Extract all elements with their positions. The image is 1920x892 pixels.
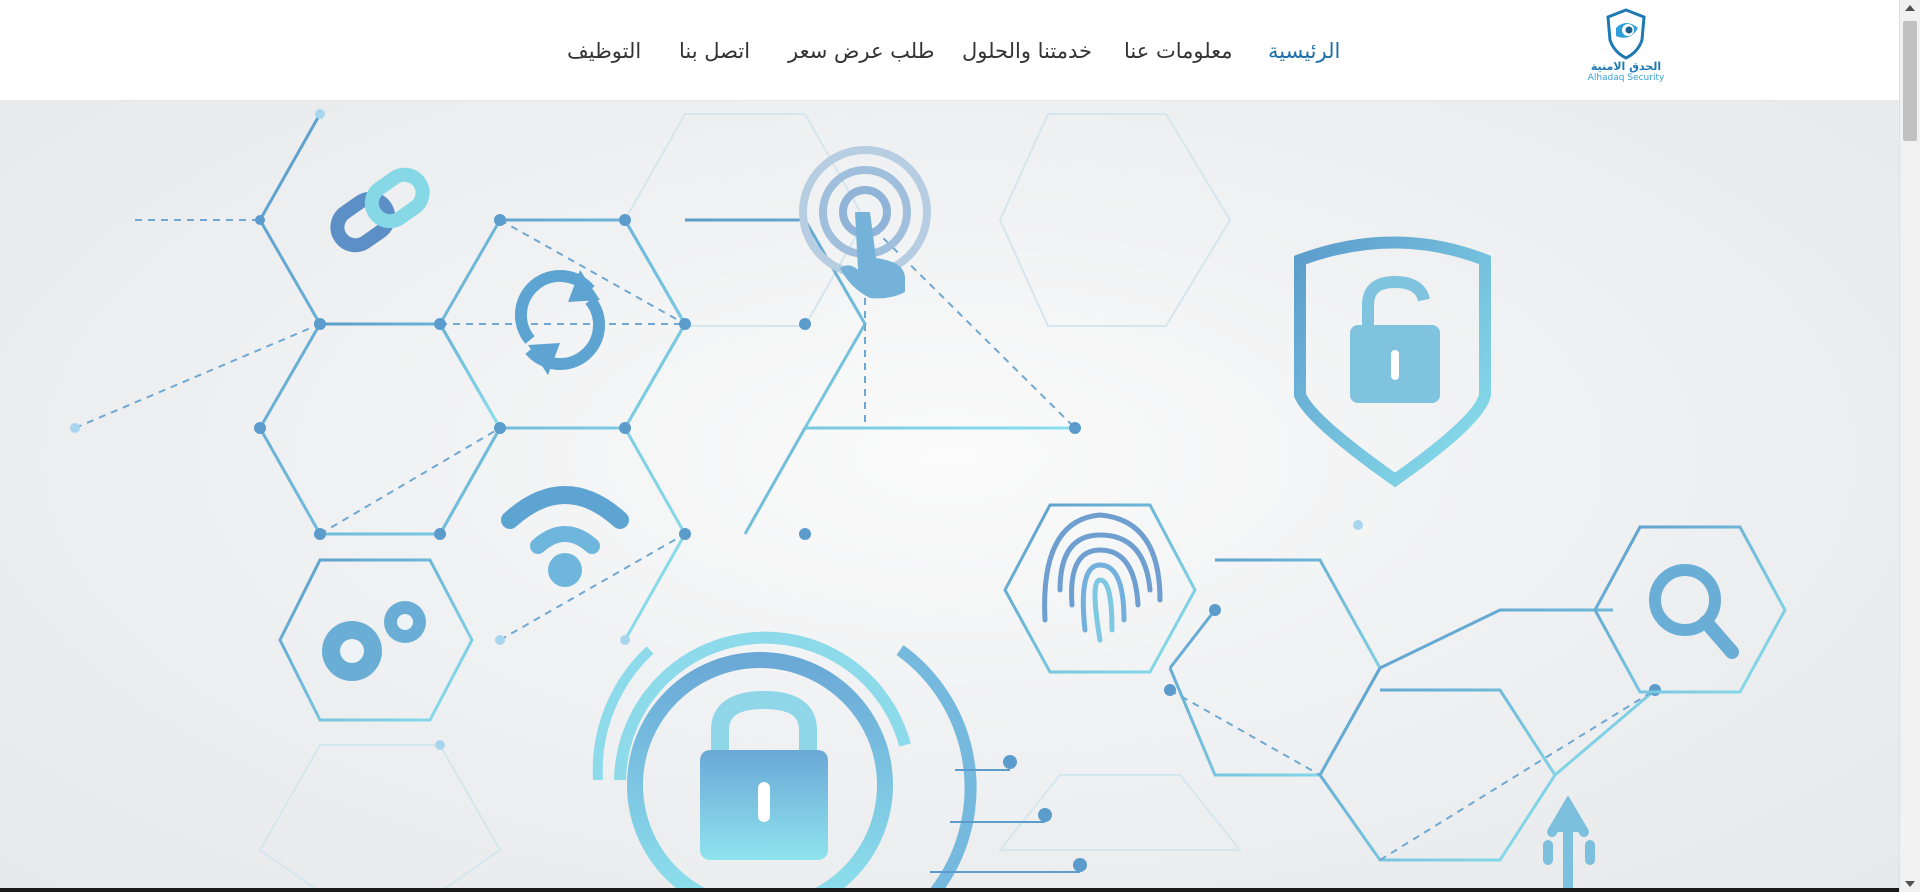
scroll-down-arrow-icon[interactable] [1905,881,1915,887]
logo-text-ar: الحدق الامنية [1590,60,1662,73]
logo-text-en: Alhadaq Security [1587,73,1665,83]
touch-icon [799,146,931,299]
dashed-lines [74,219,1656,861]
hero-banner [0,101,1899,892]
site-header: الرئيسية معلومات عنا خدمتنا والحلول طلب … [0,0,1899,101]
nav-home[interactable]: الرئيسية [1268,39,1340,63]
icon-hexagons [278,503,1787,722]
vertical-scrollbar[interactable] [1899,0,1920,892]
scroll-up-arrow-icon[interactable] [1905,5,1915,11]
fingerprint-icon [1042,512,1163,643]
gears-icon [322,601,426,681]
scrollbar-thumb[interactable] [1903,21,1917,141]
nav-services[interactable]: خدمتنا والحلول [962,39,1092,63]
link-icon [330,167,430,253]
nav-jobs[interactable]: التوظيف [567,39,641,63]
eye-shield-icon [1606,8,1646,60]
nav-contact[interactable]: اتصل بنا [679,39,750,63]
logo[interactable]: الحدق الامنية Alhadaq Security [1586,8,1666,88]
search-icon [1649,564,1739,659]
security-network-illustration [70,109,1787,892]
bottom-edge [0,888,1899,892]
usb-icon [1543,795,1595,892]
nav-quote[interactable]: طلب عرض سعر [788,39,934,63]
shield-lock-icon [1294,236,1491,488]
nav-about[interactable]: معلومات عنا [1124,39,1233,63]
sync-icon [514,269,606,375]
wifi-icon [501,486,629,587]
